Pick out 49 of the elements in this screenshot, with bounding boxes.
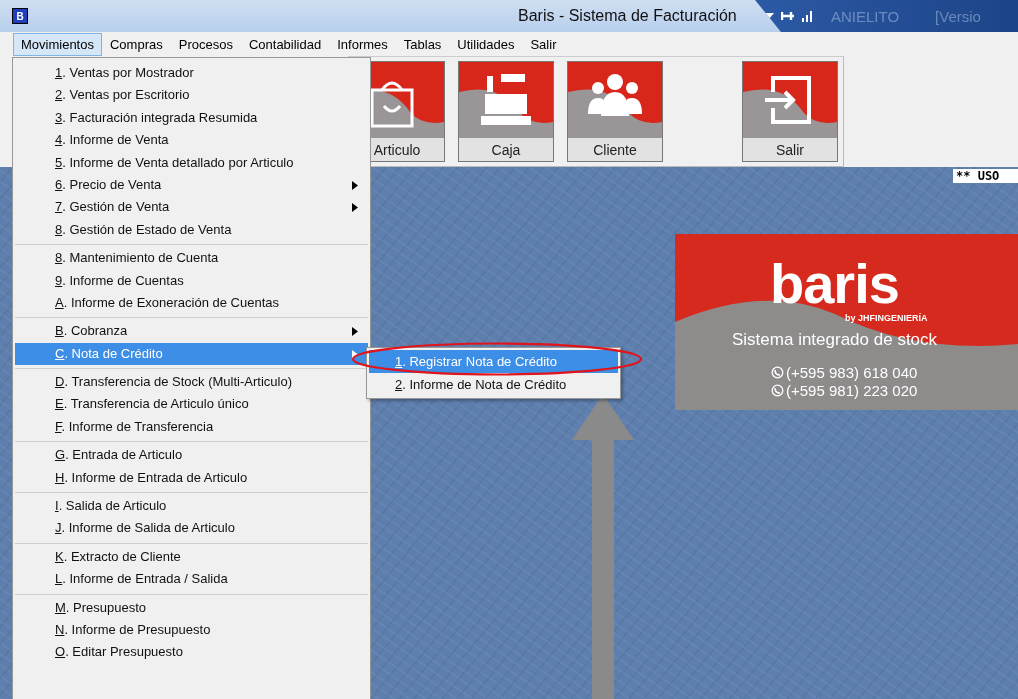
pin-icon[interactable] <box>781 10 795 22</box>
menu-item[interactable]: 6. Precio de Venta <box>15 173 368 197</box>
menu-bar-item[interactable]: Tablas <box>395 32 450 56</box>
menu-item[interactable]: J. Informe de Salida de Articulo <box>15 517 368 540</box>
menu-bar-item[interactable]: Procesos <box>170 32 241 56</box>
menu-bar-item[interactable]: Informes <box>329 32 396 56</box>
window-title: Baris - Sistema de Facturación <box>518 7 737 25</box>
logo-text: baris <box>770 256 899 312</box>
menu-item[interactable]: K. Extracto de Cliente <box>15 545 368 569</box>
byline-text: by JHFINGENIERÍA <box>845 313 928 323</box>
menu-item[interactable]: M. Presupuesto <box>15 596 368 619</box>
menu-item[interactable]: 7. Gestión de Venta <box>15 196 368 219</box>
menu-item[interactable]: D. Transferencia de Stock (Multi-Articulo) <box>15 371 368 394</box>
menu-item[interactable]: 9. Informe de Cuentas <box>15 269 368 292</box>
menu-bar-item[interactable]: Contabilidad <box>240 32 330 56</box>
menu-item[interactable]: E. Transferencia de Articulo único <box>15 393 368 416</box>
menu-item[interactable]: 2. Informe de Nota de Crédito <box>369 373 618 396</box>
menu-item[interactable]: O. Editar Presupuesto <box>15 641 368 664</box>
toolbar-button[interactable]: Cliente <box>567 61 663 162</box>
notice-text: ** USO <box>953 169 1018 183</box>
phone-number: (+595 983) 618 040 <box>786 364 918 381</box>
app-icon[interactable]: B <box>12 8 28 24</box>
menu-bar-item[interactable]: Compras <box>101 32 171 56</box>
submenu-arrow-icon <box>352 203 358 213</box>
signal-icon <box>801 10 815 22</box>
menu-item[interactable]: L. Informe de Entrada / Salida <box>15 568 368 591</box>
chat-icon <box>771 366 784 379</box>
menu-item[interactable]: 8. Mantenimiento de Cuenta <box>15 247 368 270</box>
chat-icon <box>771 384 784 397</box>
toolbar-button[interactable]: Caja <box>458 61 554 162</box>
menu-item[interactable]: B. Cobranza <box>15 320 368 343</box>
menu-bar-item[interactable]: Salir <box>522 32 565 56</box>
menu-item[interactable]: H. Informe de Entrada de Articulo <box>15 466 368 490</box>
menu-item[interactable]: 8. Gestión de Estado de Venta <box>15 218 368 242</box>
menu-bar-item[interactable]: Utilidades <box>449 32 523 56</box>
submenu-arrow-icon <box>352 327 358 337</box>
submenu-arrow-icon <box>352 180 358 190</box>
phone-number: (+595 981) 223 020 <box>786 382 918 399</box>
menu-item[interactable]: F. Informe de Transferencia <box>15 415 368 439</box>
menu-bar-item[interactable]: Movimientos <box>13 32 102 56</box>
menu-item[interactable]: G. Entrada de Articulo <box>15 444 368 467</box>
version-text: [Versio <box>935 7 981 25</box>
submenu-arrow-icon <box>352 349 358 359</box>
menu-item[interactable]: N. Informe de Presupuesto <box>15 619 368 642</box>
user-name: ANIELITO <box>831 7 900 25</box>
menu-item[interactable]: I. Salida de Articulo <box>15 495 368 518</box>
menu-item[interactable]: A. Informe de Exoneración de Cuentas <box>15 291 368 315</box>
tagline-text: Sistema integrado de stock <box>732 330 938 350</box>
toolbar-button[interactable]: Salir <box>742 61 838 162</box>
